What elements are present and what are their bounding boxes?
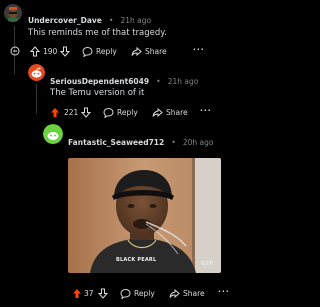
more-options-button[interactable]: ··· [218, 287, 230, 296]
more-options-button[interactable]: ··· [200, 106, 212, 115]
comment-body: This reminds me of that tragedy. [28, 28, 167, 38]
vote-count: 37 [84, 289, 94, 298]
comment-header: SeriousDependent6049 • 21h ago [50, 69, 198, 88]
username[interactable]: Undercover_Dave [28, 16, 102, 25]
share-label: Share [166, 108, 188, 117]
more-options-button[interactable]: ··· [193, 45, 205, 54]
username[interactable]: Fantastic_Seaweed712 [68, 138, 164, 147]
downvote-button[interactable] [81, 107, 91, 118]
share-icon [169, 288, 180, 299]
share-button[interactable]: Share [152, 107, 188, 118]
vote-count: 190 [43, 47, 58, 56]
upvote-icon [51, 108, 59, 117]
upvote-icon [30, 46, 40, 57]
downvote-button[interactable] [98, 288, 108, 299]
reply-button[interactable]: Reply [82, 46, 117, 57]
reply-label: Reply [117, 108, 138, 117]
share-icon [131, 46, 142, 57]
reply-label: Reply [96, 47, 117, 56]
comment-header: Undercover_Dave • 21h ago [28, 8, 151, 27]
reply-label: Reply [134, 289, 155, 298]
gif-badge: GIF [200, 259, 214, 267]
avatar-seriousdependent6049[interactable] [28, 64, 45, 81]
avatar-fantastic-seaweed712[interactable] [43, 124, 63, 144]
upvote-button[interactable] [50, 107, 60, 118]
downvote-icon [81, 107, 91, 118]
collapse-button[interactable] [10, 46, 20, 56]
upvote-icon [73, 289, 81, 298]
comment-actions: 221 Reply Share ··· [50, 106, 250, 121]
timestamp: 21h ago [167, 77, 199, 86]
avatar-undercover-dave[interactable] [4, 4, 22, 22]
separator-dot: • [108, 16, 114, 25]
share-label: Share [183, 289, 205, 298]
downvote-button[interactable] [60, 46, 70, 57]
gif-frame-image [68, 158, 221, 273]
separator-dot: • [171, 138, 176, 147]
reply-icon [103, 107, 114, 118]
shirt-text: BLACK PEARL [116, 257, 157, 263]
upvote-button[interactable] [72, 288, 82, 299]
username[interactable]: SeriousDependent6049 [50, 77, 149, 86]
gif-media[interactable]: BLACK PEARL GIF [68, 158, 221, 273]
share-label: Share [145, 47, 167, 56]
timestamp: 20h ago [182, 138, 214, 147]
comment-actions: 37 Reply Share ··· [68, 287, 250, 302]
reply-button[interactable]: Reply [103, 107, 138, 118]
vote-count: 221 [64, 108, 79, 117]
share-button[interactable]: Share [169, 288, 205, 299]
upvote-button[interactable] [30, 46, 40, 57]
thread-line-level-2 [36, 84, 37, 114]
share-button[interactable]: Share [131, 46, 167, 57]
collapse-icon [10, 46, 20, 56]
reply-button[interactable]: Reply [120, 288, 155, 299]
separator-dot: • [156, 77, 161, 86]
comment-header: Fantastic_Seaweed712 • 20h ago [68, 130, 214, 149]
reply-icon [82, 46, 93, 57]
downvote-icon [98, 288, 108, 299]
comment-actions: 190 Reply Share ··· [10, 45, 250, 60]
timestamp: 21h ago [120, 16, 152, 25]
downvote-icon [60, 46, 70, 57]
reply-icon [120, 288, 131, 299]
share-icon [152, 107, 163, 118]
comment-body: The Temu version of it [50, 88, 145, 98]
